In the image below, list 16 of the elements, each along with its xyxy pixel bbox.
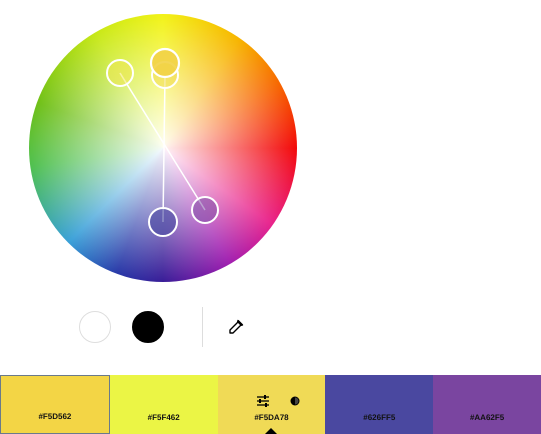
- hex-code: #626FF5: [363, 413, 396, 422]
- hex-code: #AA62F5: [470, 413, 504, 422]
- color-preset-button[interactable]: [132, 311, 164, 343]
- color-swatch[interactable]: #F5DA78: [218, 375, 326, 434]
- color-handle[interactable]: [150, 48, 180, 78]
- sliders-icon[interactable]: [256, 395, 270, 407]
- color-swatch[interactable]: #F5D562: [0, 375, 110, 434]
- hex-code: #F5D562: [38, 412, 72, 421]
- color-handle[interactable]: [148, 207, 178, 237]
- contrast-icon[interactable]: [290, 396, 300, 406]
- color-handle[interactable]: [106, 59, 134, 87]
- hex-code: #F5DA78: [254, 413, 289, 422]
- color-handle[interactable]: [191, 196, 219, 224]
- hex-code: #F5F462: [148, 413, 180, 422]
- color-swatch[interactable]: #F5F462: [110, 375, 218, 434]
- selected-marker-icon: [265, 428, 278, 434]
